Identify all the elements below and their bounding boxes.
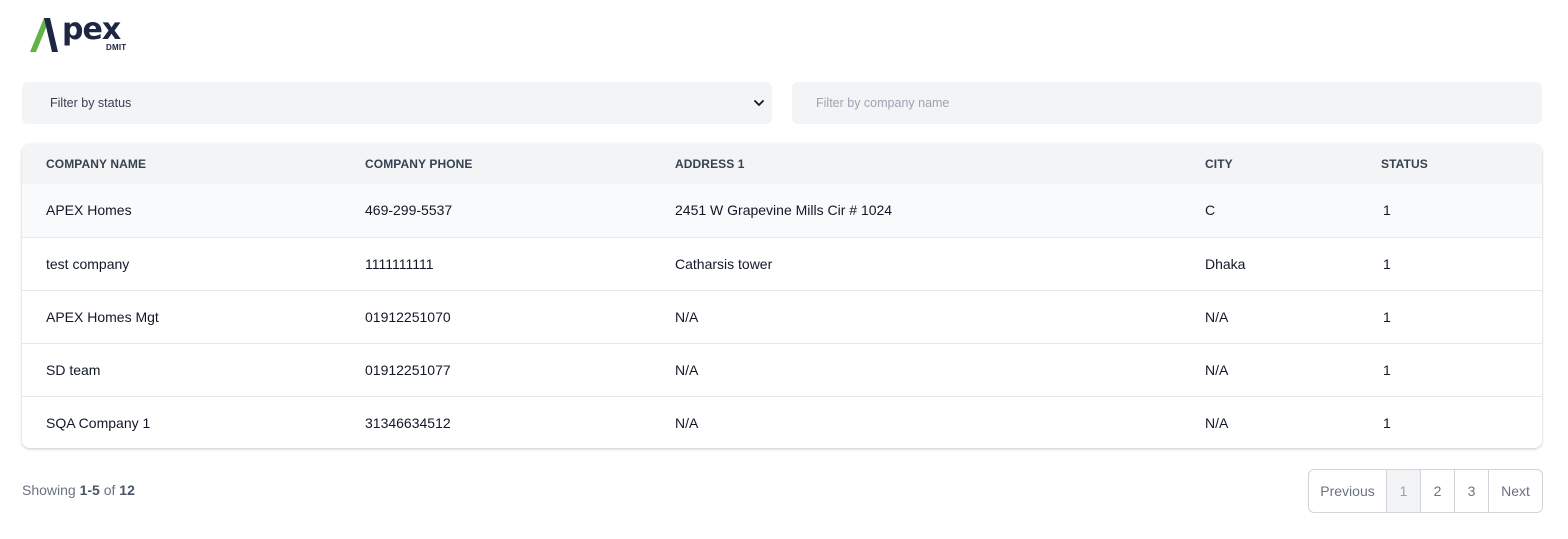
status-filter-select[interactable]: Filter by status — [22, 82, 772, 124]
table-row[interactable]: SD team 01912251077 N/A N/A 1 — [22, 343, 1542, 396]
cell-company-name: APEX Homes — [46, 202, 132, 218]
next-page-button[interactable]: Next — [1488, 470, 1542, 512]
cell-company-phone: 31346634512 — [365, 415, 451, 431]
cell-address: N/A — [675, 309, 699, 325]
pagination: Previous 1 2 3 Next — [1308, 469, 1543, 513]
cell-status: 1 — [1383, 415, 1391, 431]
showing-of: of — [103, 482, 116, 498]
page-2-button[interactable]: 2 — [1420, 470, 1454, 512]
cell-city: N/A — [1205, 309, 1229, 325]
column-header-address[interactable]: ADDRESS 1 — [675, 144, 745, 184]
cell-company-name: APEX Homes Mgt — [46, 309, 159, 325]
cell-status: 1 — [1383, 202, 1391, 218]
cell-city: Dhaka — [1205, 256, 1246, 272]
cell-city: N/A — [1205, 362, 1229, 378]
results-summary: Showing 1-5 of 12 — [22, 482, 135, 498]
column-header-city[interactable]: CITY — [1205, 144, 1233, 184]
cell-company-name: SQA Company 1 — [46, 415, 151, 431]
apex-logo[interactable]: pex DMIT — [28, 12, 138, 58]
cell-status: 1 — [1383, 256, 1391, 272]
table-row[interactable]: APEX Homes Mgt 01912251070 N/A N/A 1 — [22, 290, 1542, 343]
cell-address: 2451 W Grapevine Mills Cir # 1024 — [675, 202, 893, 218]
page-1-button[interactable]: 1 — [1386, 470, 1420, 512]
showing-prefix: Showing — [22, 482, 76, 498]
cell-address: N/A — [675, 415, 699, 431]
cell-company-name: SD team — [46, 362, 101, 378]
cell-city: N/A — [1205, 415, 1229, 431]
table-row[interactable]: APEX Homes 469-299-5537 2451 W Grapevine… — [22, 184, 1542, 237]
logo-subtext: DMIT — [106, 43, 127, 52]
table-header: COMPANY NAME COMPANY PHONE ADDRESS 1 CIT… — [22, 144, 1542, 184]
previous-page-button[interactable]: Previous — [1309, 470, 1386, 512]
cell-company-phone: 1111111111 — [365, 256, 434, 272]
company-name-filter-input[interactable] — [792, 82, 1542, 124]
cell-city: C — [1205, 202, 1216, 218]
showing-range: 1-5 — [79, 482, 100, 498]
table-row[interactable]: SQA Company 1 31346634512 N/A N/A 1 — [22, 396, 1542, 448]
table-row[interactable]: test company 1111111111 Catharsis tower … — [22, 237, 1542, 290]
cell-address: Catharsis tower — [675, 256, 773, 272]
companies-table: COMPANY NAME COMPANY PHONE ADDRESS 1 CIT… — [22, 144, 1542, 448]
cell-address: N/A — [675, 362, 699, 378]
chevron-down-icon — [754, 100, 764, 106]
page-3-button[interactable]: 3 — [1454, 470, 1488, 512]
cell-company-name: test company — [46, 256, 130, 272]
cell-company-phone: 469-299-5537 — [365, 202, 453, 218]
cell-company-phone: 01912251070 — [365, 309, 451, 325]
column-header-company-name[interactable]: COMPANY NAME — [46, 144, 146, 184]
column-header-status[interactable]: STATUS — [1381, 144, 1428, 184]
column-header-company-phone[interactable]: COMPANY PHONE — [365, 144, 473, 184]
status-filter-label: Filter by status — [50, 96, 132, 110]
filters-bar: Filter by status — [22, 82, 1542, 124]
cell-status: 1 — [1383, 362, 1391, 378]
showing-total: 12 — [119, 482, 135, 498]
cell-company-phone: 01912251077 — [365, 362, 451, 378]
cell-status: 1 — [1383, 309, 1391, 325]
